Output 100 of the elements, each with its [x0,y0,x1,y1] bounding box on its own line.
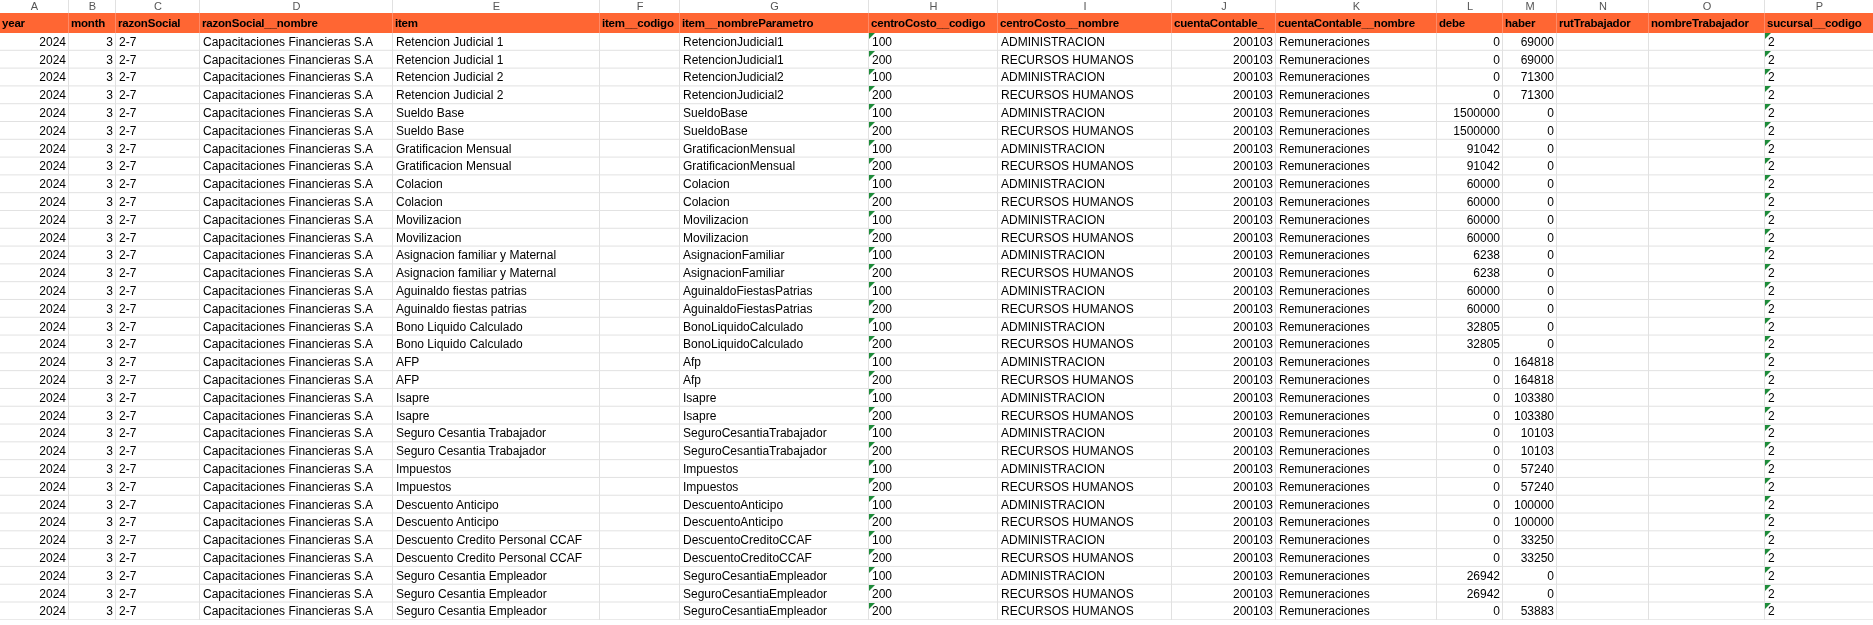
table-cell: 6238 [1473,247,1500,264]
table-cell: ADMINISTRACION [1001,389,1105,406]
column-letter[interactable]: B [69,0,116,13]
table-cell: 200 [872,585,893,602]
table-cell: 0 [1547,229,1554,246]
table-cell: 2024 [39,603,66,620]
table-cell: Isapre [396,407,430,424]
table-cell: 2 [1768,354,1775,371]
table-cell: 0 [1547,585,1554,602]
table-cell: ADMINISTRACION [1001,140,1105,157]
table-cell: 200103 [1232,283,1273,300]
column-letter[interactable]: P [1765,0,1873,13]
column-letter[interactable]: H [869,0,998,13]
table-cell: Capacitaciones Financieras S.A [203,585,374,602]
column-letter[interactable]: M [1503,0,1557,13]
table-cell: 0 [1547,211,1554,228]
table-cell: 200103 [1232,176,1273,193]
table-cell: 2-7 [119,443,137,460]
table-cell: Movilizacion [396,211,462,228]
table-cell: Remuneraciones [1279,283,1370,300]
table-cell: 200103 [1232,354,1273,371]
table-cell: Remuneraciones [1279,122,1370,139]
column-letter[interactable]: N [1557,0,1649,13]
table-cell: 2 [1768,336,1775,353]
table-cell: 2 [1768,229,1775,246]
column-letter[interactable]: J [1172,0,1276,13]
table-cell: Capacitaciones Financieras S.A [203,318,374,335]
table-cell: Remuneraciones [1279,105,1370,122]
table-cell: 2024 [39,158,66,175]
table-cell: 57240 [1520,478,1554,495]
table-cell: 3 [106,140,113,157]
table-cell: Seguro Cesantia Empleador [396,603,547,620]
table-cell: 33250 [1520,532,1554,549]
table-cell: 2-7 [119,603,137,620]
column-header: sucursal__codigo [1765,13,1873,33]
table-cell: 2-7 [119,389,137,406]
table-cell: 33250 [1520,550,1554,566]
table-cell: 0 [1493,461,1500,477]
table-cell: Retencion Judicial 1 [396,33,504,50]
table-cell: 2 [1768,425,1775,442]
table-cell: 0 [1547,176,1554,193]
table-cell: 10103 [1520,443,1554,460]
table-cell: Asignacion familiar y Maternal [396,247,557,264]
column-letter[interactable]: K [1276,0,1437,13]
table-cell: Remuneraciones [1279,336,1370,353]
table-cell: Remuneraciones [1279,478,1370,495]
table-cell: RECURSOS HUMANOS [1001,585,1134,602]
column-letter[interactable]: A [0,0,69,13]
column-letter[interactable]: C [116,0,200,13]
table-cell: 3 [106,389,113,406]
table-cell: 2-7 [119,300,137,317]
table-cell: 60000 [1466,283,1500,300]
column-letter[interactable]: O [1649,0,1765,13]
table-cell: 2 [1768,585,1775,602]
column-letter[interactable]: L [1437,0,1503,13]
table-cell: 2024 [39,478,66,495]
table-cell: 200103 [1232,585,1273,602]
table-cell: 3 [106,496,113,513]
table-cell: 2-7 [119,336,137,353]
column-letter[interactable]: D [200,0,393,13]
table-cell: Remuneraciones [1279,407,1370,424]
table-cell: 2-7 [119,176,137,193]
table-cell: 2-7 [119,585,137,602]
table-cell: 1500000 [1453,122,1500,139]
column-letter[interactable]: F [600,0,680,13]
table-cell: Impuestos [683,461,739,477]
table-cell: RECURSOS HUMANOS [1001,336,1134,353]
table-cell: 2024 [39,105,66,122]
table-cell: 0 [1493,443,1500,460]
table-cell: Remuneraciones [1279,496,1370,513]
column-header: item__nombreParametro [680,13,869,33]
table-cell: Remuneraciones [1279,247,1370,264]
table-cell: 2 [1768,211,1775,228]
table-cell: Remuneraciones [1279,33,1370,50]
table-cell: Movilizacion [683,211,749,228]
table-cell: ADMINISTRACION [1001,69,1105,86]
table-cell: 2 [1768,122,1775,139]
table-cell: Capacitaciones Financieras S.A [203,300,374,317]
table-cell: Remuneraciones [1279,354,1370,371]
table-cell: SeguroCesantiaTrabajador [683,443,827,460]
column-header: debe [1437,13,1503,33]
table-cell: 3 [106,33,113,50]
table-cell: Sueldo Base [396,122,465,139]
column-letter[interactable]: E [393,0,600,13]
table-cell: 2024 [39,389,66,406]
table-cell: 2-7 [119,407,137,424]
table-cell: 2024 [39,318,66,335]
table-cell: Remuneraciones [1279,372,1370,389]
column-letter[interactable]: G [680,0,869,13]
table-cell: Capacitaciones Financieras S.A [203,532,374,549]
column-letter[interactable]: I [998,0,1172,13]
table-cell: Capacitaciones Financieras S.A [203,229,374,246]
table-cell: 200 [872,372,893,389]
table-cell: 2-7 [119,283,137,300]
table-cell: 100 [872,176,893,193]
table-cell: 2 [1768,283,1775,300]
table-cell: 2024 [39,514,66,531]
table-cell: 100 [872,567,893,584]
table-cell: 2-7 [119,354,137,371]
table-cell: 100 [872,283,893,300]
